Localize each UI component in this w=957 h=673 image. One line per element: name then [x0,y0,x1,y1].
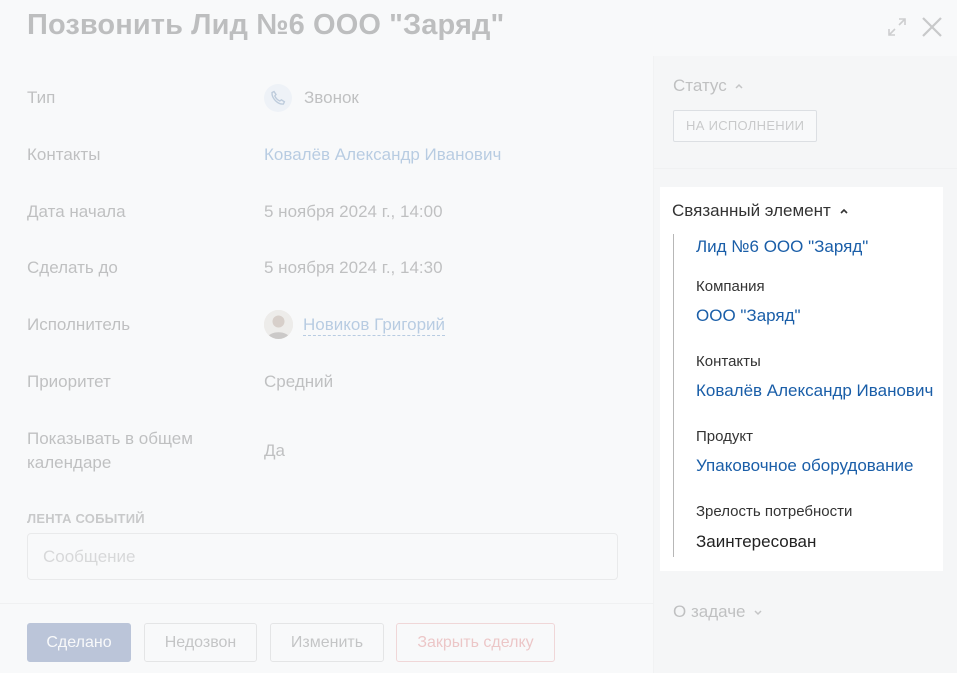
chevron-up-icon [735,83,743,89]
task-details: Тип Звонок Контакты Ковалёв Александр Ив… [0,56,653,673]
linked-element-panel: Связанный элемент Лид №6 ООО "Заряд" Ком… [660,187,943,571]
page-title: Позвонить Лид №6 ООО "Заряд" [27,9,505,41]
maturity-label: Зрелость потребности [696,503,853,520]
field-calendar-label: Показывать в общем календаре [27,427,247,475]
contacts-link[interactable]: Ковалёв Александр Иванович [264,143,501,167]
status-toggle[interactable]: Статус [673,76,745,96]
chevron-down-icon [753,610,762,616]
status-badge: НА ИСПОЛНЕНИИ [673,110,818,142]
maturity-value: Заинтересован [696,532,817,551]
message-input[interactable] [27,533,618,580]
event-feed-label: ЛЕНТА СОБЫТИЙ [27,511,145,526]
no-answer-button[interactable]: Недозвон [144,623,257,662]
company-label: Компания [696,278,765,295]
field-start-date-label: Дата начала [27,202,126,221]
avatar [264,310,293,339]
linked-element-bar [673,234,674,557]
phone-icon [264,84,292,112]
expand-icon[interactable] [884,14,910,40]
field-calendar-label-line2: календаре [27,453,112,472]
field-start-date-value: 5 ноября 2024 г., 14:00 [264,202,443,221]
sidebar-divider [654,168,957,169]
field-assignee-label: Исполнитель [27,315,131,334]
about-task-title: О задаче [673,602,746,621]
linked-contacts-label: Контакты [696,353,761,370]
linked-contacts-link[interactable]: Ковалёв Александр Иванович [696,381,933,401]
field-priority-label: Приоритет [27,372,111,391]
linked-element-title: Связанный элемент [672,201,831,220]
footer-divider [0,603,653,604]
close-icon[interactable] [919,14,945,40]
status-title: Статус [673,76,727,95]
close-deal-button[interactable]: Закрыть сделку [396,623,555,662]
field-contacts-label: Контакты [27,145,101,164]
field-due-date-value: 5 ноября 2024 г., 14:30 [264,258,443,277]
task-modal: Позвонить Лид №6 ООО "Заряд" Тип Звонок … [0,0,957,673]
field-calendar-label-line1: Показывать в общем [27,429,193,448]
lead-link[interactable]: Лид №6 ООО "Заряд" [696,237,868,257]
field-type-label: Тип [27,88,56,107]
assignee-link[interactable]: Новиков Григорий [303,315,446,336]
product-link[interactable]: Упаковочное оборудование [696,456,913,476]
linked-element-toggle[interactable]: Связанный элемент [672,201,850,221]
about-task-toggle[interactable]: О задаче [673,602,764,622]
company-link[interactable]: ООО "Заряд" [696,306,801,326]
field-priority-value: Средний [264,372,334,391]
field-type-value: Звонок [304,88,359,107]
edit-button[interactable]: Изменить [270,623,384,662]
done-button[interactable]: Сделано [27,623,131,662]
field-calendar-value: Да [264,441,285,460]
chevron-up-icon [840,208,848,214]
field-due-date-label: Сделать до [27,258,118,277]
product-label: Продукт [696,428,753,445]
